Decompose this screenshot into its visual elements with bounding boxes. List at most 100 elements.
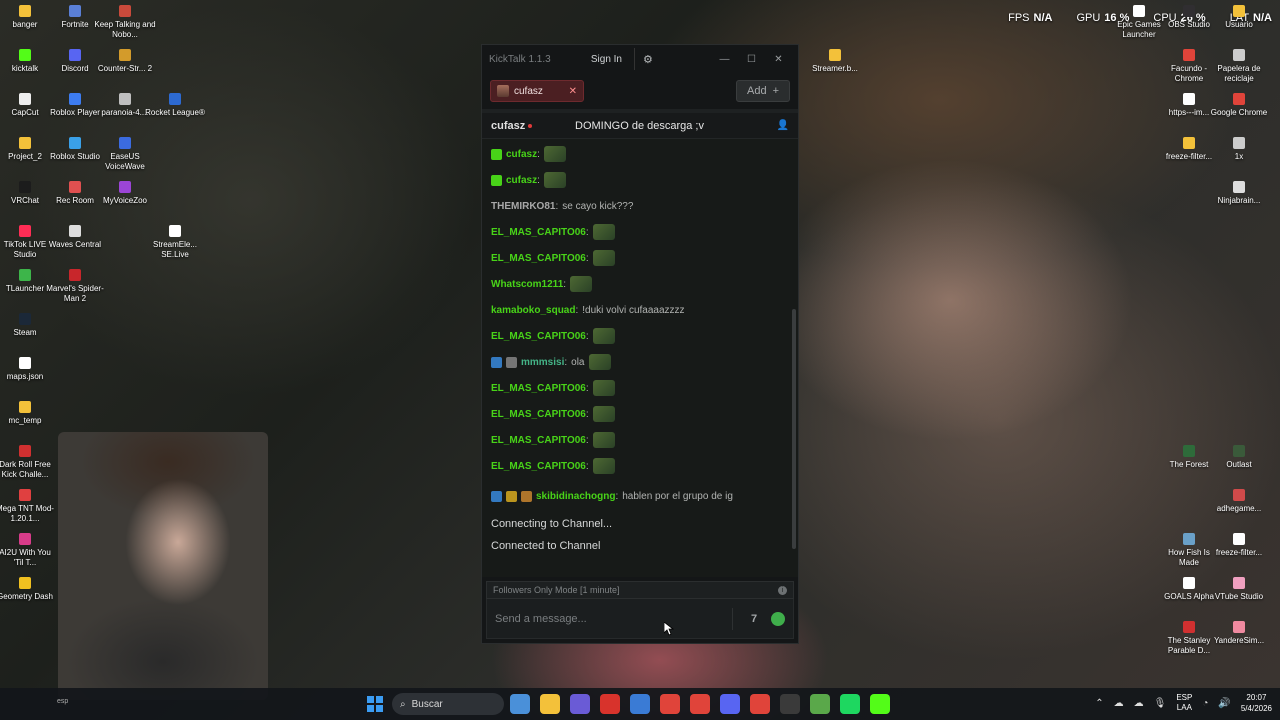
chat-username[interactable]: cufasz (506, 149, 537, 160)
desktop-icon[interactable]: Counter-Str... 2 (94, 49, 156, 74)
desktop-icon[interactable]: Mega TNT Mod-1.20.1... (0, 489, 56, 524)
chat-username[interactable]: EL_MAS_CAPITO06 (491, 383, 586, 394)
desktop-icon[interactable]: adhegame... (1208, 489, 1270, 514)
waves-icon (69, 225, 81, 237)
desktop-icon[interactable]: Geometry Dash (0, 577, 56, 602)
chevron-up-icon[interactable]: ⌃ (1095, 698, 1103, 709)
widgets-icon[interactable] (510, 694, 530, 714)
windows-start-icon[interactable] (367, 696, 383, 712)
desktop-icon[interactable]: Ninjabrain... (1208, 181, 1270, 206)
desktop-icon[interactable]: mc_temp (0, 401, 56, 426)
desktop-icon[interactable]: YandereSim... (1208, 621, 1270, 646)
user-icon[interactable]: 👤 (777, 120, 789, 131)
chat-text: ola (571, 356, 585, 368)
chrome-icon[interactable] (660, 694, 680, 714)
chat-message[interactable]: EL_MAS_CAPITO06: (491, 453, 789, 479)
chat-message[interactable]: mmmsisi: ola (491, 349, 789, 375)
chat-message[interactable]: EL_MAS_CAPITO06: (491, 245, 789, 271)
chat-username[interactable]: EL_MAS_CAPITO06 (491, 331, 586, 342)
chat-message[interactable]: cufasz: (491, 141, 789, 167)
store-icon[interactable] (630, 694, 650, 714)
clock[interactable]: 20:07 5/4/2026 (1241, 692, 1272, 714)
chrome-icon[interactable] (750, 694, 770, 714)
desktop-icon-label: CapCut (11, 108, 39, 117)
desktop-icon[interactable]: Waves Central (44, 225, 106, 250)
desktop-icon[interactable]: EaseUS VoiceWave (94, 137, 156, 172)
desktop-icon[interactable]: AI2U With You 'Til T... (0, 533, 56, 568)
copilot-icon[interactable] (570, 694, 590, 714)
chrome-profile-icon[interactable] (690, 694, 710, 714)
chat-username[interactable]: kamaboko_squad (491, 305, 575, 316)
desktop-icon[interactable]: Rocket League® (144, 93, 206, 118)
onedrive-icon[interactable]: ☁ (1114, 698, 1124, 709)
minecraft-icon[interactable] (810, 694, 830, 714)
gear-icon[interactable]: ⚙ (643, 53, 661, 66)
discord-icon[interactable] (720, 694, 740, 714)
chat-message[interactable]: Whatscom1211: (491, 271, 789, 297)
username-separator: : (555, 200, 559, 212)
desktop-icon[interactable]: VTube Studio (1208, 577, 1270, 602)
desktop-icon[interactable]: MyVoiceZoo (94, 181, 156, 206)
minimize-icon[interactable]: — (711, 54, 738, 65)
desktop-icon-label: Steam (13, 328, 37, 337)
seventv-icon[interactable]: 7 (743, 613, 765, 625)
desktop-icon[interactable]: freeze-filter... (1208, 533, 1270, 558)
chat-message[interactable]: EL_MAS_CAPITO06: (491, 375, 789, 401)
chat-username[interactable]: EL_MAS_CAPITO06 (491, 461, 586, 472)
desktop-icon[interactable]: Google Chrome (1208, 93, 1270, 118)
desktop-icon[interactable]: 1x (1208, 137, 1270, 162)
sign-in-button[interactable]: Sign In (579, 48, 635, 70)
desktop-icon[interactable]: Dark Roll Free Kick Challe... (0, 445, 56, 480)
chat-message[interactable]: kamaboko_squad: !duki volvi cufaaaazzzz (491, 297, 789, 323)
chat-username[interactable]: EL_MAS_CAPITO06 (491, 253, 586, 264)
desktop-icon[interactable]: Papelera de reciclaje (1208, 49, 1270, 84)
add-channel-button[interactable]: Add + (735, 80, 790, 102)
message-input[interactable] (495, 612, 722, 625)
desktop-icon[interactable]: Steam (0, 313, 56, 338)
chat-username[interactable]: skibidinachogng (536, 491, 615, 502)
chat-username[interactable]: mmmsisi (521, 357, 564, 368)
chat-message[interactable]: EL_MAS_CAPITO06: (491, 219, 789, 245)
channel-tab[interactable]: cufasz ✕ (490, 80, 584, 102)
chat-message[interactable]: skibidinachogng: hablen por el grupo de i… (491, 479, 789, 513)
desktop-icon[interactable]: Streamer.b... (804, 49, 866, 74)
chat-username[interactable]: THEMIRKO81 (491, 201, 555, 212)
network-tray-icon[interactable]: ☁ (1134, 698, 1144, 709)
chat-footer: Followers Only Mode [1 minute] i 7 (482, 577, 798, 643)
chat-username[interactable]: EL_MAS_CAPITO06 (491, 409, 586, 420)
file-explorer-icon[interactable] (540, 694, 560, 714)
language-indicator[interactable]: ESP LAA (1176, 693, 1192, 713)
myvoicezoo-icon (119, 181, 131, 193)
obs-icon[interactable] (780, 694, 800, 714)
microphone-icon[interactable]: 🎙 (1154, 698, 1167, 709)
desktop-icon[interactable]: maps.json (0, 357, 56, 382)
maximize-icon[interactable]: ☐ (738, 54, 765, 65)
chat-message[interactable]: EL_MAS_CAPITO06: (491, 427, 789, 453)
close-icon[interactable]: ✕ (765, 54, 792, 65)
emote-image (592, 250, 615, 266)
game-icon (1183, 533, 1195, 545)
kicktalk-icon[interactable] (870, 694, 890, 714)
spotify-icon[interactable] (840, 694, 860, 714)
chat-message[interactable]: cufasz: (491, 167, 789, 193)
desktop-icon[interactable]: Outlast (1208, 445, 1270, 470)
info-icon[interactable]: i (778, 585, 787, 595)
chat-username[interactable]: cufasz (506, 175, 537, 186)
desktop-icon[interactable]: Marvel's Spider-Man 2 (44, 269, 106, 304)
chat-message[interactable]: THEMIRKO81: se cayo kick??? (491, 193, 789, 219)
wifi-icon[interactable]: ◔ (1202, 698, 1208, 709)
emote-picker-icon[interactable] (771, 611, 785, 626)
chat-message[interactable]: EL_MAS_CAPITO06: (491, 323, 789, 349)
chat-username[interactable]: EL_MAS_CAPITO06 (491, 435, 586, 446)
desktop-icon[interactable]: Usuario (1208, 5, 1270, 30)
chat-username[interactable]: Whatscom1211 (491, 279, 563, 290)
taskbar-search[interactable]: ⌕ Buscar (392, 693, 504, 715)
chat-username[interactable]: EL_MAS_CAPITO06 (491, 227, 586, 238)
desktop-icon[interactable]: Keep Talking and Nobo... (94, 5, 156, 40)
desktop-icon[interactable]: StreamEle... SE.Live (144, 225, 206, 260)
wps-icon[interactable] (600, 694, 620, 714)
volume-icon[interactable]: 🔊 (1218, 698, 1230, 709)
chat-messages[interactable]: cufasz: cufasz: THEMIRKO81: se cayo kick???… (482, 139, 798, 577)
chat-message[interactable]: EL_MAS_CAPITO06: (491, 401, 789, 427)
tab-close-icon[interactable]: ✕ (569, 86, 577, 97)
